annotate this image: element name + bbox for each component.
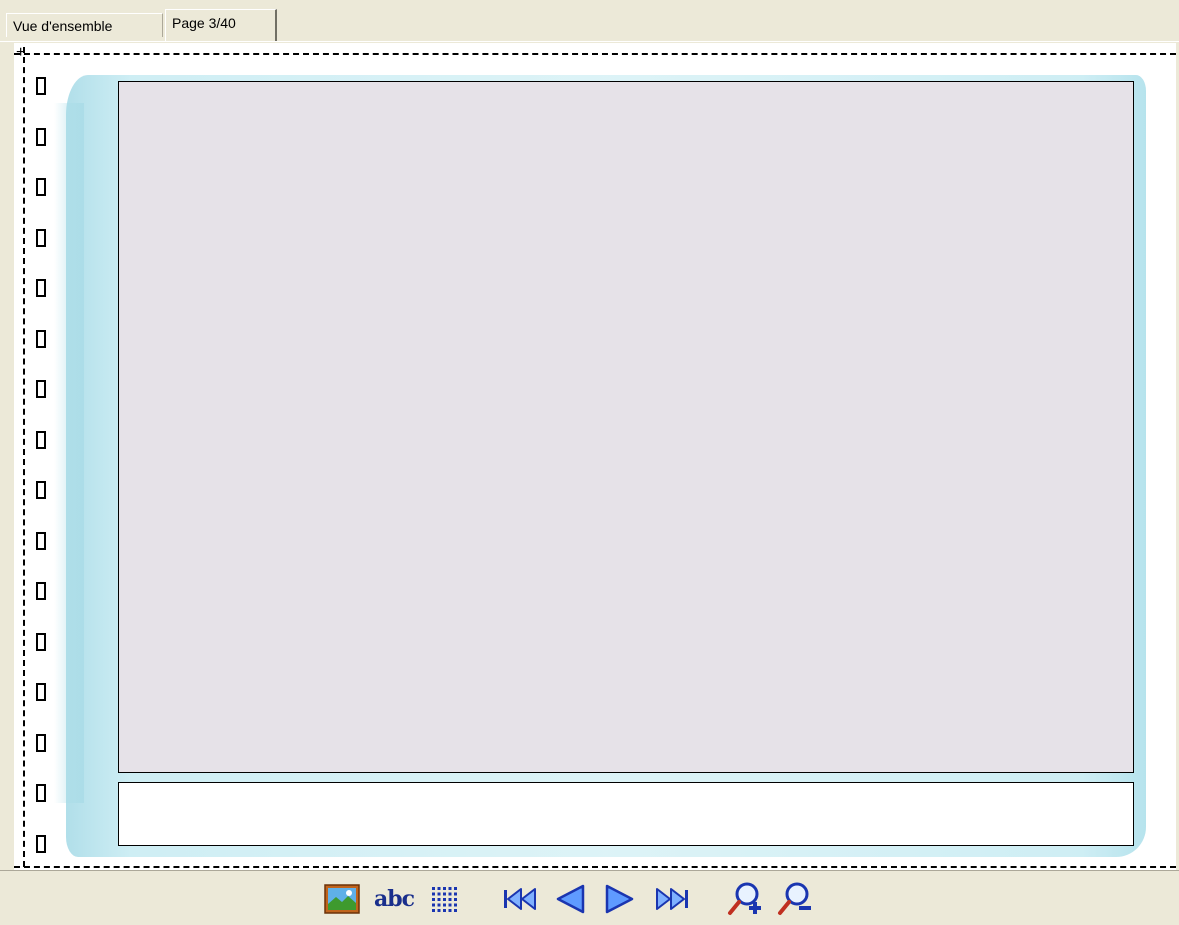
photo-frame[interactable] — [118, 81, 1134, 773]
binding-ring — [36, 228, 46, 247]
binding-ring — [36, 329, 46, 348]
binding-ring — [36, 733, 46, 752]
insert-text-button[interactable]: abc — [372, 879, 416, 919]
arrow-right-icon — [605, 884, 634, 914]
page-border-top — [14, 53, 1176, 55]
skip-first-icon — [504, 888, 536, 910]
zoom-out-icon — [778, 882, 811, 915]
binding-ring — [36, 380, 46, 398]
binding-ring — [36, 784, 46, 802]
binding-ring — [36, 127, 46, 146]
binding-ring — [36, 430, 46, 449]
binding-ring — [36, 531, 46, 550]
watercolor-edge — [54, 103, 84, 803]
previous-page-button[interactable] — [548, 879, 592, 919]
skip-last-icon — [656, 888, 688, 910]
binding-ring — [36, 582, 46, 600]
binding-ring — [36, 178, 46, 196]
binding-ring — [36, 632, 46, 651]
first-page-button[interactable] — [498, 879, 542, 919]
binding-ring — [36, 481, 46, 499]
zoom-in-icon — [728, 882, 761, 915]
binding-ring — [36, 683, 46, 701]
binding-ring — [36, 279, 46, 297]
tab-page[interactable]: Page 3/40 — [165, 9, 277, 42]
tab-bar: Vue d'ensemble Page 3/40 — [0, 0, 1179, 42]
bottom-toolbar: abc — [0, 870, 1179, 925]
zoom-out-button[interactable] — [774, 879, 818, 919]
next-page-button[interactable] — [598, 879, 642, 919]
binding-ring — [36, 834, 46, 853]
binding-ring — [36, 77, 46, 95]
arrow-left-icon — [556, 884, 585, 914]
last-page-button[interactable] — [650, 879, 694, 919]
insert-image-button[interactable] — [320, 879, 364, 919]
grid-button[interactable] — [422, 879, 466, 919]
corner-crosshair-icon: + — [16, 44, 26, 61]
dot-grid-icon — [432, 887, 457, 912]
album-page: + — [14, 43, 1176, 870]
tab-overview[interactable]: Vue d'ensemble — [6, 13, 163, 37]
page-border-bottom — [14, 866, 1176, 868]
zoom-in-button[interactable] — [724, 879, 768, 919]
caption-box[interactable] — [118, 782, 1134, 846]
tab-divider — [0, 41, 1179, 42]
binding-rings — [36, 67, 56, 867]
page-border-left — [23, 47, 25, 867]
abc-text-icon: abc — [373, 886, 415, 912]
landscape-image-icon — [324, 884, 360, 914]
